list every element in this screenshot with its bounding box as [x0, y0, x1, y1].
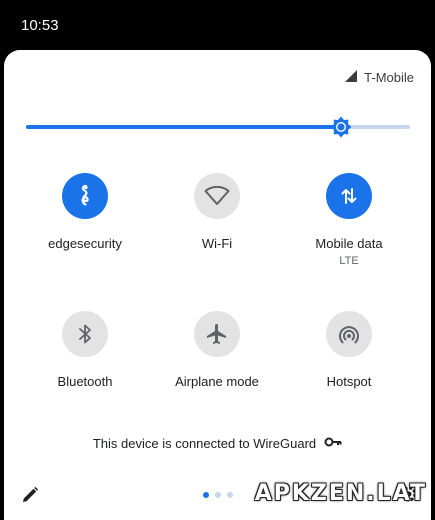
vpn-status-text: This device is connected to WireGuard: [92, 436, 317, 451]
status-time: 10:53: [21, 17, 59, 34]
tile-airplane-mode[interactable]: Airplane mode: [147, 311, 287, 389]
tile-label-edgesecurity: edgesecurity: [48, 236, 122, 251]
tile-bluetooth[interactable]: Bluetooth: [15, 311, 155, 389]
page-dot: [203, 492, 209, 498]
signal-icon: [344, 69, 358, 86]
mobile-data-icon[interactable]: [326, 173, 372, 219]
status-bar: 10:53: [0, 0, 435, 48]
tile-label-mobile-data: Mobile data: [315, 236, 383, 251]
edgesecurity-icon[interactable]: [62, 173, 108, 219]
brightness-fill: [26, 125, 341, 129]
tile-label-bluetooth: Bluetooth: [57, 374, 113, 389]
tile-label-wifi: Wi-Fi: [201, 236, 233, 251]
edit-icon[interactable]: [20, 485, 40, 510]
carrier-name: T-Mobile: [364, 70, 414, 85]
brightness-slider[interactable]: [26, 116, 410, 138]
tile-label-airplane-mode: Airplane mode: [175, 374, 259, 389]
tile-sublabel-mobile-data: LTE: [339, 255, 359, 267]
page-indicator: [203, 492, 233, 498]
key-icon: [324, 436, 342, 451]
quick-settings-panel: T-Mobile edgesecurity Wi-Fi Mobile data …: [4, 50, 431, 520]
tile-mobile-data[interactable]: Mobile data LTE: [279, 173, 419, 267]
bluetooth-icon[interactable]: [62, 311, 108, 357]
page-dot: [215, 492, 221, 498]
tile-hotspot[interactable]: Hotspot: [279, 311, 419, 389]
hotspot-icon[interactable]: [326, 311, 372, 357]
airplane-icon[interactable]: [194, 311, 240, 357]
page-dot: [227, 492, 233, 498]
tile-label-hotspot: Hotspot: [326, 374, 372, 389]
vpn-status-footer[interactable]: This device is connected to WireGuard: [4, 436, 431, 451]
watermark: APKZEN.LAT: [254, 481, 427, 506]
brightness-thumb-icon[interactable]: [329, 115, 353, 139]
carrier-indicator: T-Mobile: [344, 69, 414, 86]
tile-edgesecurity[interactable]: edgesecurity: [15, 173, 155, 251]
wifi-icon[interactable]: [194, 173, 240, 219]
tile-wifi[interactable]: Wi-Fi: [147, 173, 287, 251]
